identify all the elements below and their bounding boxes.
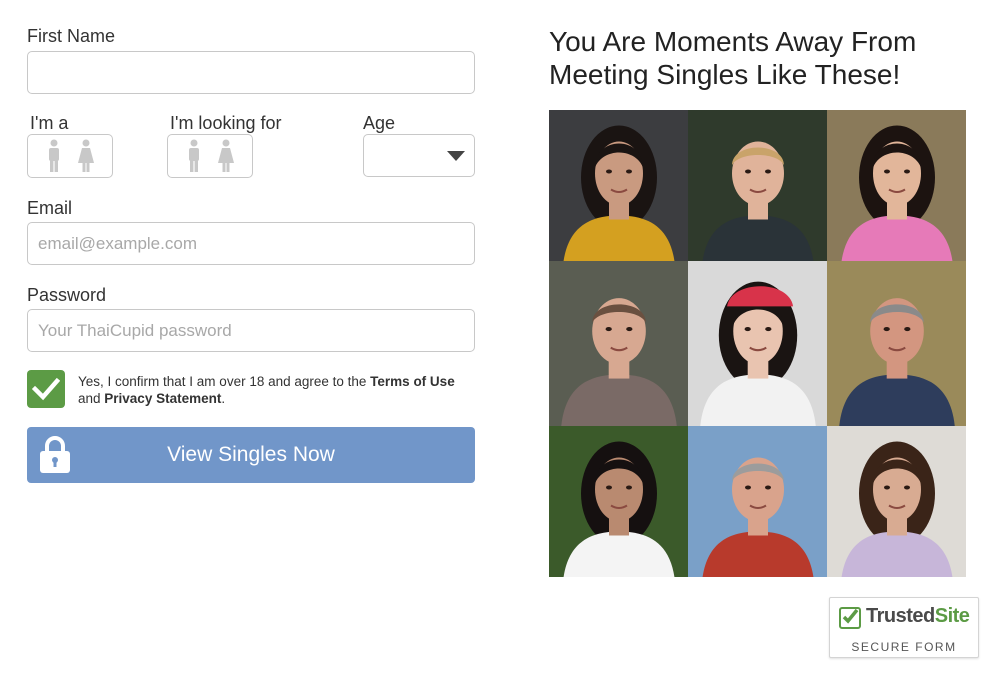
checkmark-icon bbox=[32, 377, 60, 401]
promo-headline-line: You Are Moments Away From bbox=[549, 26, 917, 57]
privacy-statement-link[interactable]: Privacy Statement bbox=[104, 391, 221, 406]
age-label: Age bbox=[363, 113, 396, 133]
man-photo bbox=[688, 110, 827, 261]
consent-checkbox[interactable] bbox=[27, 370, 65, 408]
man-photo bbox=[827, 261, 966, 426]
check-icon bbox=[839, 607, 861, 629]
view-singles-button[interactable]: View Singles Now bbox=[27, 427, 475, 483]
woman-photo bbox=[688, 261, 827, 426]
looking-for-label: I'm looking for bbox=[170, 113, 282, 133]
consent-text-part: Yes, I confirm that I am over 18 and agr… bbox=[78, 374, 371, 389]
email-label: Email bbox=[27, 198, 73, 218]
woman-photo bbox=[827, 426, 966, 577]
email-input[interactable] bbox=[27, 222, 475, 265]
im-a-gender-selector[interactable] bbox=[27, 134, 113, 178]
man-photo bbox=[688, 426, 827, 577]
singles-photo-grid bbox=[549, 110, 966, 577]
woman-photo bbox=[549, 426, 688, 577]
promo-headline-line: Meeting Singles Like These! bbox=[549, 59, 901, 90]
trusted-site-brand: TrustedSite bbox=[866, 605, 970, 628]
looking-for-gender-selector[interactable] bbox=[167, 134, 253, 178]
chevron-down-icon bbox=[447, 151, 465, 161]
trusted-site-badge[interactable]: TrustedSite SECURE FORM bbox=[829, 597, 979, 658]
male-icon[interactable] bbox=[46, 139, 62, 173]
brand-word: Trusted bbox=[866, 605, 935, 627]
woman-photo bbox=[549, 110, 688, 261]
secure-form-label: SECURE FORM bbox=[851, 640, 957, 654]
consent-text: Yes, I confirm that I am over 18 and agr… bbox=[78, 373, 458, 407]
im-a-label: I'm a bbox=[30, 113, 69, 133]
password-label: Password bbox=[27, 285, 107, 305]
female-icon[interactable] bbox=[217, 139, 235, 173]
man-photo bbox=[549, 261, 688, 426]
consent-text-part: . bbox=[221, 391, 226, 406]
brand-word: Site bbox=[934, 605, 970, 627]
first-name-label: First Name bbox=[27, 26, 116, 46]
consent-text-part: and bbox=[78, 391, 105, 406]
promo-headline: You Are Moments Away From Meeting Single… bbox=[549, 25, 969, 91]
woman-photo bbox=[827, 110, 966, 261]
age-select[interactable] bbox=[363, 134, 475, 177]
male-icon[interactable] bbox=[186, 139, 202, 173]
password-input[interactable] bbox=[27, 309, 475, 352]
terms-of-use-link[interactable]: Terms of Use bbox=[370, 374, 455, 389]
female-icon[interactable] bbox=[77, 139, 95, 173]
first-name-input[interactable] bbox=[27, 51, 475, 94]
view-singles-button-label: View Singles Now bbox=[167, 443, 335, 466]
